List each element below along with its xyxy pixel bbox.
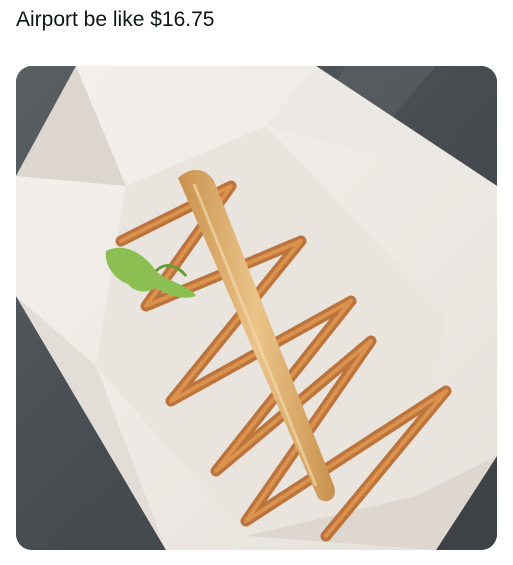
post-caption: Airport be like $16.75 xyxy=(16,8,215,31)
food-tray-photo-icon xyxy=(16,66,497,550)
post-photo[interactable] xyxy=(16,66,497,550)
